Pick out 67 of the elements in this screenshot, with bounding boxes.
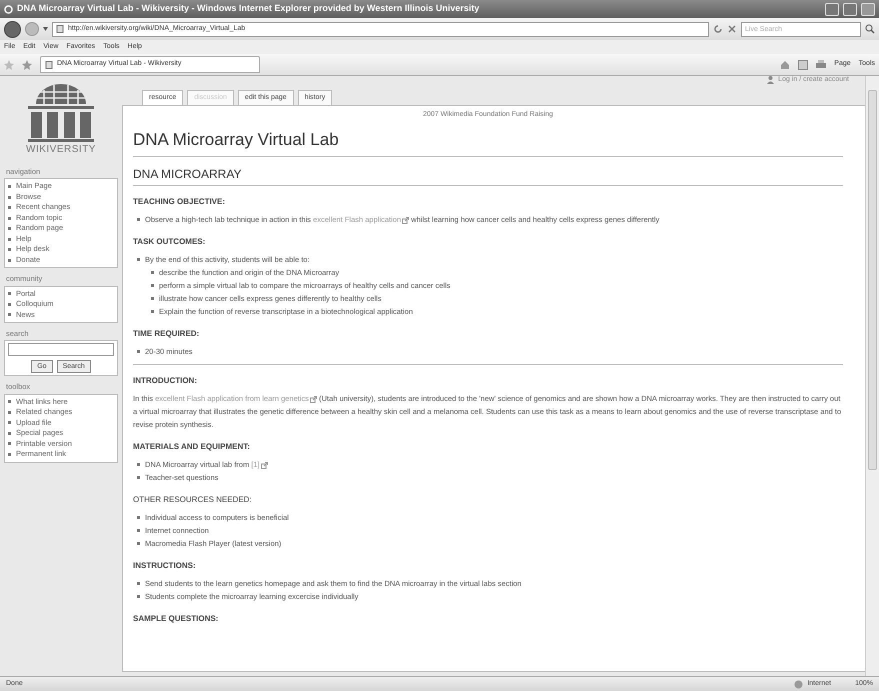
stop-icon[interactable] xyxy=(727,24,737,34)
minimize-button[interactable] xyxy=(825,2,839,16)
bullet-icon xyxy=(8,442,11,446)
close-button[interactable] xyxy=(861,2,875,16)
bullet-icon xyxy=(137,463,140,466)
bullet-icon xyxy=(8,227,11,230)
bullet-icon xyxy=(8,238,11,240)
bullet-icon xyxy=(8,410,11,414)
subsection-heading: TASK OUTCOMES: xyxy=(133,236,206,248)
bullet-icon xyxy=(137,542,140,545)
bullet-icon xyxy=(137,218,140,221)
bullet-icon xyxy=(8,292,11,296)
external-link-icon xyxy=(310,396,317,403)
bullet-icon xyxy=(137,350,140,353)
bullet-icon xyxy=(8,258,11,262)
subsection-heading: INSTRUCTIONS: xyxy=(133,560,197,572)
bullet-icon xyxy=(151,271,154,274)
subsection-heading: OTHER RESOURCES NEEDED: xyxy=(133,494,253,506)
add-favorite-icon[interactable] xyxy=(22,60,32,70)
search-field[interactable] xyxy=(8,343,114,356)
bullet-icon xyxy=(151,310,154,313)
bullet-icon xyxy=(8,216,11,220)
external-link-icon xyxy=(402,216,409,224)
browser-icon xyxy=(4,4,13,14)
back-button[interactable] xyxy=(4,20,21,38)
section-heading: DNA MICROARRAY xyxy=(133,165,843,186)
bullet-icon xyxy=(8,313,11,316)
user-icon xyxy=(767,76,774,84)
bullet-icon xyxy=(151,297,154,300)
dropdown-icon[interactable] xyxy=(43,27,48,31)
scrollbar[interactable] xyxy=(865,76,879,676)
page-icon xyxy=(56,25,64,33)
bullet-icon xyxy=(8,196,11,198)
subsection-heading: TIME REQUIRED: xyxy=(133,328,200,340)
bullet-icon xyxy=(137,476,140,479)
logo-text[interactable]: WIKIVERSITY xyxy=(26,142,96,157)
bullet-icon xyxy=(137,582,140,585)
bullet-icon xyxy=(151,284,154,287)
star-icon[interactable] xyxy=(4,60,14,70)
bullet-icon xyxy=(8,432,11,435)
bullet-icon xyxy=(8,302,11,306)
globe-icon xyxy=(794,680,804,688)
scroll-thumb[interactable] xyxy=(868,90,877,470)
search-icon[interactable] xyxy=(865,24,875,34)
page-title: DNA Microarray Virtual Lab xyxy=(133,120,843,157)
print-icon[interactable] xyxy=(816,60,826,70)
subsection-heading: INTRODUCTION: xyxy=(133,375,198,387)
bullet-icon xyxy=(8,185,11,188)
bullet-icon xyxy=(8,248,11,251)
bullet-icon xyxy=(8,452,11,456)
page-icon xyxy=(45,60,53,68)
bullet-icon xyxy=(137,529,140,532)
bullet-icon xyxy=(137,595,140,598)
feed-icon[interactable] xyxy=(798,60,808,70)
maximize-button[interactable] xyxy=(843,2,857,16)
subsection-heading: MATERIALS AND EQUIPMENT: xyxy=(133,441,251,453)
refresh-icon[interactable] xyxy=(713,24,723,34)
external-link-icon xyxy=(260,462,268,469)
bullet-icon xyxy=(8,400,11,404)
window-title: DNA Microarray Virtual Lab - Wikiversity - Windows Internet Explorer provided by Western Illinois University xyxy=(17,2,480,16)
bullet-icon xyxy=(8,206,11,209)
bullet-icon xyxy=(8,421,11,424)
home-icon[interactable] xyxy=(780,60,790,70)
bullet-icon xyxy=(137,258,140,261)
subsection-heading: SAMPLE QUESTIONS: xyxy=(133,613,220,625)
bullet-icon xyxy=(137,516,140,519)
subsection-heading: TEACHING OBJECTIVE: xyxy=(133,196,226,208)
